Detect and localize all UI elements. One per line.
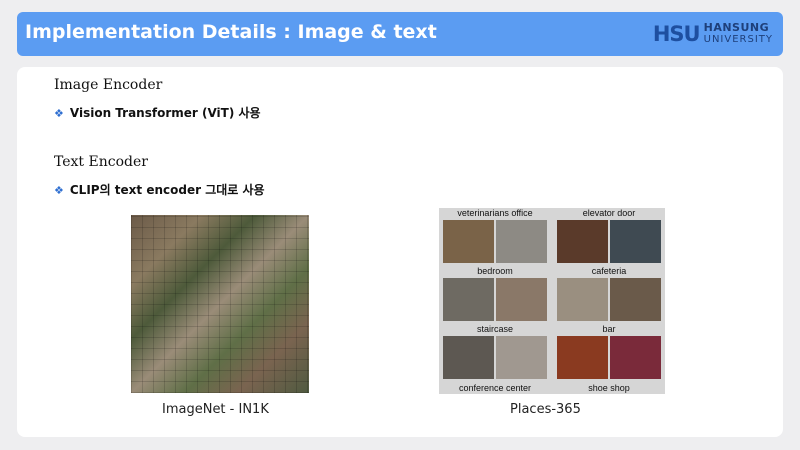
heading-image-encoder: Image Encoder [54,77,163,93]
places-cell: veterinarians office [441,208,549,267]
imagenet-mosaic-image [131,215,309,393]
places-label: bedroom [477,266,513,276]
places-label: veterinarians office [457,208,533,218]
diamond-bullet-icon: ❖ [54,107,64,120]
slide-content: Image Encoder ❖ Vision Transformer (ViT) … [17,67,783,437]
diamond-bullet-icon: ❖ [54,184,64,197]
places-label: staircase [476,324,513,334]
heading-text-encoder: Text Encoder [54,154,148,170]
places-label: cafeteria [591,266,627,276]
hansung-logo: HSU HANSUNG UNIVERSITY [653,20,773,48]
title-bar: Implementation Details : Image & text HS… [17,12,783,56]
places-label: shoe shop [588,383,630,393]
places-caption: Places-365 [510,402,581,417]
places-cell: staircase [441,324,549,383]
imagenet-caption: ImageNet - IN1K [162,402,269,417]
slide-title: Implementation Details : Image & text [25,21,437,43]
places-cell: bedroom [441,266,549,325]
places-label: elevator door [582,208,636,218]
logo-name-top: HANSUNG [703,21,770,34]
places-cell: cafeteria [555,266,663,325]
bullet-text-encoder: ❖ CLIP의 text encoder 그대로 사용 [54,183,265,197]
places-cell: elevator door [555,208,663,267]
places-label: conference center [458,383,532,393]
places365-collage-image: veterinarians office elevator door bedro… [439,208,665,394]
bullet-image-encoder: ❖ Vision Transformer (ViT) 사용 [54,106,261,120]
logo-mark: HSU [652,22,701,46]
logo-name-bottom: UNIVERSITY [703,34,773,45]
places-label: bar [602,324,616,334]
places-cell: bar [555,324,663,383]
